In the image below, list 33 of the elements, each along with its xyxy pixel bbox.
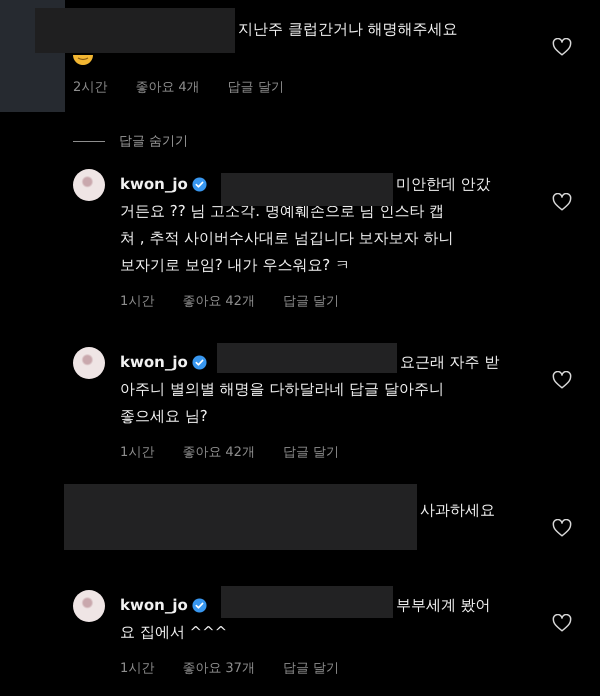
comment-text: 지난주 클럽간거나 해명해주세요 [238,19,458,40]
comment-text: 사과하세요 [420,500,495,521]
comment-text: 요 집에서 ^^^ [120,622,228,643]
username[interactable]: kwon_jo [120,592,188,619]
reply-link[interactable]: 답글 달기 [228,78,284,98]
heart-icon[interactable] [552,614,572,632]
heart-icon[interactable] [552,38,572,56]
emoji-icon [73,55,93,65]
avatar[interactable] [73,169,105,201]
reply-link[interactable]: 답글 달기 [282,443,340,463]
comment-time: 2시간 [73,79,108,97]
heart-icon[interactable] [552,193,572,211]
comment-text: 미안한데 안갔 [396,174,491,195]
comment-text: 아주니 별의별 해명을 다하달라네 답글 달아주니 좋으세요 님? [120,379,445,427]
comment-text: 부부세계 봤어 [396,595,491,616]
reply-link[interactable]: 답글 달기 [282,292,340,312]
heart-icon[interactable] [552,371,572,389]
like-count[interactable]: 좋아요 37개 [182,659,255,679]
comment-text: 요근래 자주 받 [400,352,500,373]
username[interactable]: kwon_jo [120,171,188,198]
like-count[interactable]: 좋아요 4개 [135,78,200,98]
avatar[interactable] [73,347,105,379]
like-count[interactable]: 좋아요 42개 [182,292,255,312]
comment-time: 1시간 [120,660,154,678]
comment-text: 거든요 ?? 님 고소각. 명예훼손으로 님 인스타 캡 쳐 , 추적 사이버수사대로 넘깁니다 보자보자 하니 보자기로 보임? 내가 우스워요? ㅋ [120,201,454,276]
username[interactable]: kwon_jo [120,349,188,376]
hide-replies-link[interactable]: 답글 숨기기 [119,132,188,150]
comment-time: 1시간 [120,444,154,462]
heart-icon[interactable] [552,519,572,537]
reply-link[interactable]: 답글 달기 [282,659,340,679]
like-count[interactable]: 좋아요 42개 [182,443,255,463]
avatar[interactable] [73,590,105,622]
comment-time: 1시간 [120,293,154,311]
